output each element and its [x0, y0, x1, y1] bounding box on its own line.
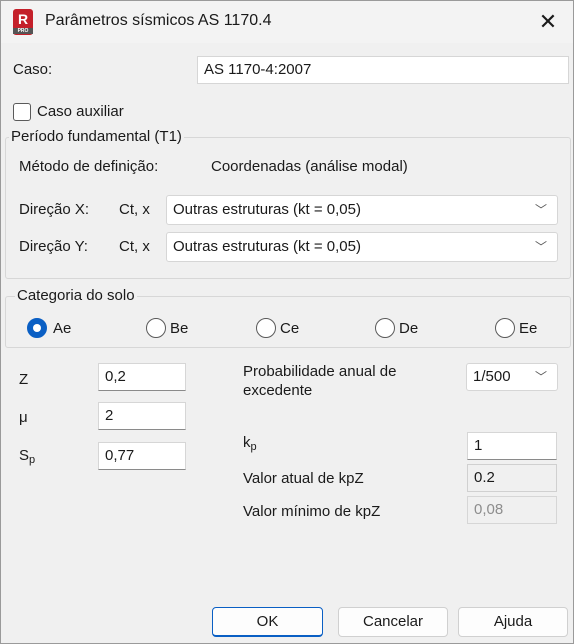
app-icon-letter: R: [17, 11, 29, 27]
direcao-x-select[interactable]: Outras estruturas (kt = 0,05) ﹀: [166, 195, 558, 225]
app-icon-badge: PRO: [13, 28, 33, 34]
probabilidade-label: Probabilidade anual de excedente: [243, 363, 397, 399]
sp-label: Sp: [19, 447, 35, 466]
periodo-legend: Período fundamental (T1): [9, 128, 184, 145]
close-button[interactable]: ✕: [531, 7, 565, 37]
kpz-minimo-value: 0,08: [467, 496, 557, 524]
solo-label-ce: Ce: [280, 320, 300, 337]
direcao-y-ct-label: Ct, x: [119, 238, 150, 255]
kp-label-sub: p: [250, 441, 257, 453]
probabilidade-value: 1/500: [473, 368, 511, 385]
z-input[interactable]: 0,2: [98, 363, 186, 391]
kp-input[interactable]: 1: [467, 432, 557, 460]
direcao-y-label: Direção Y:: [19, 238, 88, 255]
chevron-down-icon: ﹀: [534, 203, 547, 217]
kpz-minimo-label: Valor mínimo de kpZ: [243, 503, 381, 520]
solo-label-de: De: [399, 320, 419, 337]
metodo-label: Método de definição:: [19, 158, 159, 175]
solo-label-be: Be: [170, 320, 189, 337]
solo-radio-de[interactable]: [375, 318, 395, 338]
direcao-x-label: Direção X:: [19, 201, 90, 218]
kpz-atual-value: 0.2: [467, 464, 557, 492]
caso-auxiliar-label: Caso auxiliar: [37, 103, 124, 120]
mu-input[interactable]: 2: [98, 402, 186, 430]
direcao-x-ct-label: Ct, x: [119, 201, 150, 218]
solo-radio-be[interactable]: [146, 318, 166, 338]
solo-label-ae: Ae: [53, 320, 72, 337]
kp-label-main: k: [243, 434, 251, 451]
solo-radio-ce[interactable]: [256, 318, 276, 338]
dialog-window: R PRO Parâmetros sísmicos AS 1170.4 ✕ Ca…: [0, 0, 574, 644]
direcao-y-value: Outras estruturas (kt = 0,05): [173, 238, 361, 255]
dialog-title: Parâmetros sísmicos AS 1170.4: [45, 12, 272, 29]
kpz-atual-label: Valor atual de kpZ: [243, 470, 364, 487]
ok-button[interactable]: OK: [212, 607, 323, 637]
sp-label-main: S: [19, 447, 30, 464]
solo-radio-ae[interactable]: [27, 318, 47, 338]
caso-input[interactable]: AS 1170-4:2007: [197, 56, 569, 84]
kp-label: kp: [243, 434, 257, 453]
cancel-button[interactable]: Cancelar: [338, 607, 448, 637]
caso-label: Caso:: [13, 61, 53, 78]
solo-label-ee: Ee: [519, 320, 538, 337]
chevron-down-icon: ﹀: [534, 240, 547, 254]
direcao-y-select[interactable]: Outras estruturas (kt = 0,05) ﹀: [166, 232, 558, 262]
close-icon: ✕: [538, 9, 558, 34]
sp-input[interactable]: 0,77: [98, 442, 186, 470]
solo-legend: Categoria do solo: [15, 287, 137, 304]
metodo-value: Coordenadas (análise modal): [211, 158, 408, 175]
sp-label-sub: p: [29, 454, 36, 466]
mu-label: μ: [19, 409, 28, 426]
app-icon: R PRO: [13, 9, 33, 35]
caso-auxiliar-checkbox[interactable]: [13, 103, 31, 121]
z-label: Z: [19, 371, 29, 388]
title-bar: R PRO Parâmetros sísmicos AS 1170.4 ✕: [1, 1, 573, 43]
help-button[interactable]: Ajuda: [458, 607, 568, 637]
probabilidade-select[interactable]: 1/500 ﹀: [466, 363, 558, 391]
chevron-down-icon: ﹀: [534, 370, 547, 384]
direcao-x-value: Outras estruturas (kt = 0,05): [173, 201, 361, 218]
solo-radio-ee[interactable]: [495, 318, 515, 338]
